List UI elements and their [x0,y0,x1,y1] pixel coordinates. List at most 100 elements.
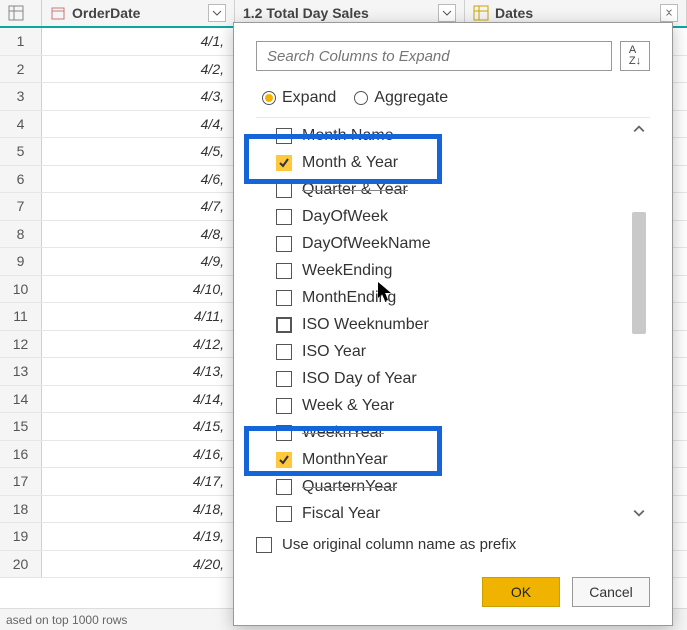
column-checkbox-item[interactable]: MonthnYear [276,446,626,473]
row-number-cell[interactable]: 6 [0,166,42,193]
row-number-cell[interactable]: 14 [0,386,42,413]
row-number-header[interactable] [0,0,42,26]
column-checkbox-item[interactable]: QuarternYear [276,473,626,500]
checkbox-label: Month & Year [302,154,398,172]
orderdate-cell[interactable]: 4/18, [42,496,235,523]
checkbox[interactable] [276,290,292,306]
row-number-cell[interactable]: 11 [0,303,42,330]
orderdate-cell[interactable]: 4/14, [42,386,235,413]
checkbox[interactable] [276,452,292,468]
checkbox-label: ISO Day of Year [302,370,417,388]
checkbox-label: WeeknYear [302,424,384,442]
row-number-cell[interactable]: 19 [0,523,42,550]
radio-label: Aggregate [374,89,448,107]
column-checkbox-item[interactable]: Fiscal Year [276,500,626,524]
checkbox-label: Fiscal Year [302,505,380,523]
checkbox[interactable] [276,479,292,495]
orderdate-cell[interactable]: 4/17, [42,468,235,495]
scroll-down-icon[interactable] [630,504,648,522]
row-number-cell[interactable]: 8 [0,221,42,248]
checkbox[interactable] [276,263,292,279]
row-number-cell[interactable]: 20 [0,551,42,578]
expand-column-icon[interactable] [660,4,678,22]
row-number-cell[interactable]: 16 [0,441,42,468]
orderdate-cell[interactable]: 4/9, [42,248,235,275]
column-checkbox-item[interactable]: MonthEnding [276,284,626,311]
column-label: Dates [495,5,533,21]
row-number-cell[interactable]: 3 [0,83,42,110]
scrollbar-thumb[interactable] [632,212,646,334]
checkbox[interactable] [276,128,292,144]
radio-expand[interactable]: Expand [262,89,336,107]
row-number-cell[interactable]: 2 [0,56,42,83]
orderdate-cell[interactable]: 4/13, [42,358,235,385]
checkbox[interactable] [276,317,292,333]
column-checkbox-item[interactable]: Month Name [276,122,626,149]
column-checkbox-item[interactable]: DayOfWeekName [276,230,626,257]
sort-button[interactable]: AZ↓ [620,41,650,71]
orderdate-cell[interactable]: 4/16, [42,441,235,468]
row-number-cell[interactable]: 9 [0,248,42,275]
orderdate-cell[interactable]: 4/12, [42,331,235,358]
ok-button[interactable]: OK [482,577,560,607]
column-checkbox-item[interactable]: Month & Year [276,149,626,176]
prefix-checkbox[interactable] [256,537,272,553]
checkbox[interactable] [276,506,292,522]
row-number-cell[interactable]: 12 [0,331,42,358]
scroll-up-icon[interactable] [630,120,648,138]
column-header-orderdate[interactable]: OrderDate [42,0,235,26]
sort-icon: AZ↓ [629,45,641,67]
row-number-cell[interactable]: 15 [0,413,42,440]
calendar-icon [50,5,66,21]
orderdate-cell[interactable]: 4/15, [42,413,235,440]
search-input[interactable] [256,41,612,71]
checkbox[interactable] [276,425,292,441]
row-number-cell[interactable]: 13 [0,358,42,385]
radio-aggregate[interactable]: Aggregate [354,89,448,107]
orderdate-cell[interactable]: 4/19, [42,523,235,550]
checkbox[interactable] [276,236,292,252]
checkbox[interactable] [276,371,292,387]
orderdate-cell[interactable]: 4/7, [42,193,235,220]
checkbox[interactable] [276,209,292,225]
orderdate-cell[interactable]: 4/6, [42,166,235,193]
row-number-cell[interactable]: 5 [0,138,42,165]
orderdate-cell[interactable]: 4/3, [42,83,235,110]
orderdate-cell[interactable]: 4/20, [42,551,235,578]
orderdate-cell[interactable]: 4/4, [42,111,235,138]
row-number-cell[interactable]: 7 [0,193,42,220]
row-number-cell[interactable]: 10 [0,276,42,303]
checkbox-label: Quarter & Year [302,181,408,199]
cancel-button[interactable]: Cancel [572,577,650,607]
column-dropdown-icon[interactable] [438,4,456,22]
column-checkbox-item[interactable]: Quarter & Year [276,176,626,203]
column-dropdown-icon[interactable] [208,4,226,22]
orderdate-cell[interactable]: 4/10, [42,276,235,303]
checkbox-label: QuarternYear [302,478,397,496]
column-checkbox-item[interactable]: ISO Year [276,338,626,365]
checkbox[interactable] [276,398,292,414]
orderdate-cell[interactable]: 4/8, [42,221,235,248]
row-number-cell[interactable]: 4 [0,111,42,138]
orderdate-cell[interactable]: 4/11, [42,303,235,330]
expand-columns-popup: AZ↓ Expand Aggregate Month Name Month & Y… [233,22,673,626]
column-checkbox-item[interactable]: ISO Day of Year [276,365,626,392]
checkbox[interactable] [276,344,292,360]
orderdate-cell[interactable]: 4/2, [42,56,235,83]
status-text: ased on top 1000 rows [6,613,127,627]
checkbox[interactable] [276,182,292,198]
column-checkbox-item[interactable]: WeekEnding [276,257,626,284]
checkbox[interactable] [276,155,292,171]
row-number-cell[interactable]: 17 [0,468,42,495]
column-checkbox-item[interactable]: DayOfWeek [276,203,626,230]
column-checkbox-item[interactable]: Week & Year [276,392,626,419]
orderdate-cell[interactable]: 4/1, [42,28,235,55]
column-checkbox-item[interactable]: WeeknYear [276,419,626,446]
orderdate-cell[interactable]: 4/5, [42,138,235,165]
row-number-cell[interactable]: 18 [0,496,42,523]
row-number-cell[interactable]: 1 [0,28,42,55]
column-checkbox-item[interactable]: ISO Weeknumber [276,311,626,338]
scrollbar[interactable] [630,120,648,522]
column-label: 1.2 Total Day Sales [243,5,369,21]
checkbox-label: DayOfWeek [302,208,388,226]
